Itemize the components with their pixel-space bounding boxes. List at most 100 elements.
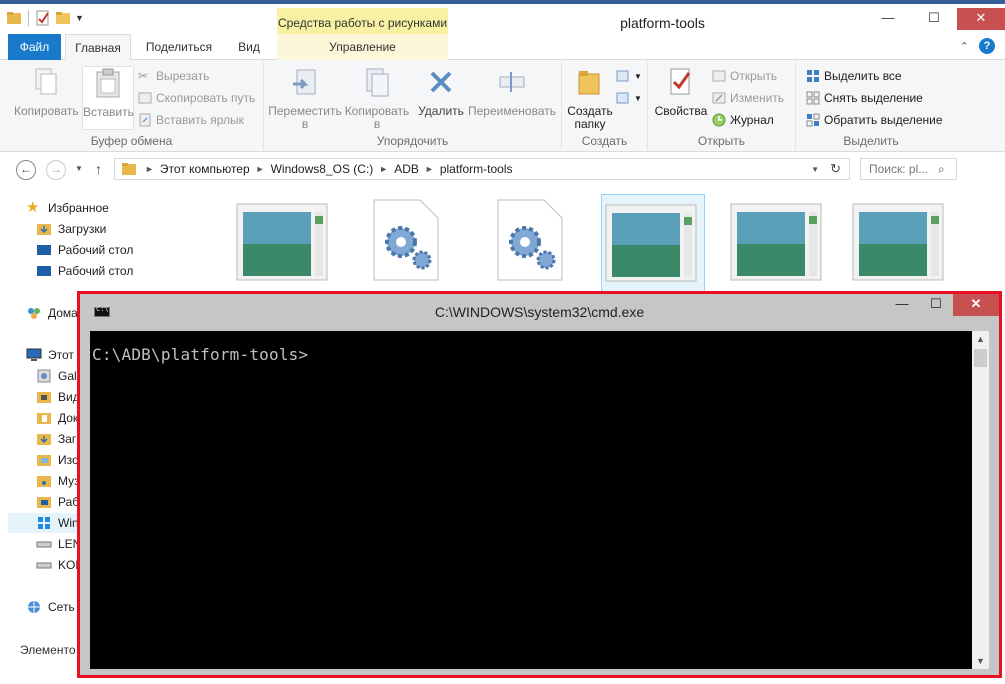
select-all-button[interactable]: Выделить все xyxy=(806,66,902,86)
new-folder-button[interactable]: Создать папку xyxy=(564,66,616,131)
file-item[interactable] xyxy=(231,194,335,294)
nav-network[interactable]: Сеть xyxy=(26,597,75,617)
back-button[interactable]: ← xyxy=(16,160,36,180)
nav-documents-label: Док xyxy=(58,411,79,425)
cmd-window-title: C:\WINDOWS\system32\cmd.exe xyxy=(434,304,645,320)
edit-label: Изменить xyxy=(730,91,785,105)
properties-icon[interactable] xyxy=(35,10,51,26)
nav-desktop-2[interactable]: Рабочий стол xyxy=(36,261,133,281)
refresh-icon[interactable]: ↻ xyxy=(830,161,841,177)
file-item[interactable] xyxy=(356,194,460,294)
cmd-close-button[interactable]: ✕ xyxy=(953,294,999,316)
rename-button[interactable]: Переименовать xyxy=(466,66,558,118)
windows-drive-icon xyxy=(38,517,50,529)
new-item-button[interactable]: ▼ xyxy=(616,66,642,86)
copy-button[interactable]: Копировать xyxy=(14,66,79,118)
nav-desktop-1[interactable]: Рабочий стол xyxy=(36,240,133,260)
file-item[interactable] xyxy=(480,194,584,294)
up-arrow-icon[interactable]: ↑ xyxy=(95,161,102,177)
cmd-maximize-button[interactable]: ☐ xyxy=(919,294,953,316)
address-dropdown-icon[interactable]: ▼ xyxy=(811,165,819,174)
maximize-button[interactable]: ☐ xyxy=(911,8,957,30)
breadcrumb-this-pc[interactable]: Этот компьютер xyxy=(160,162,250,176)
tab-share[interactable]: Поделиться xyxy=(136,34,222,60)
nav-images[interactable]: Изо xyxy=(36,450,79,470)
paste-shortcut-button[interactable]: Вставить ярлык xyxy=(138,110,244,130)
recent-dropdown-icon[interactable]: ▼ xyxy=(75,164,83,173)
nav-music[interactable]: Муз xyxy=(36,471,80,491)
select-none-button[interactable]: Снять выделение xyxy=(806,88,923,108)
file-item-selected[interactable] xyxy=(601,194,705,294)
documents-folder-icon xyxy=(37,413,51,424)
nav-gal[interactable]: Gal xyxy=(36,366,77,386)
collapse-ribbon-icon[interactable]: ⌃ xyxy=(960,40,969,53)
file-item[interactable] xyxy=(725,194,829,294)
search-icon[interactable]: ⌕ xyxy=(938,162,945,177)
delete-button[interactable]: Удалить xyxy=(416,66,466,118)
cmd-minimize-button[interactable]: — xyxy=(885,294,919,316)
open-button[interactable]: Открыть xyxy=(712,66,777,86)
settings-file-icon xyxy=(373,199,439,281)
ribbon-right-controls: ⌃ ? xyxy=(960,38,995,54)
tab-view[interactable]: Вид xyxy=(224,34,274,60)
explorer-titlebar: ▼ Средства работы с рисунками platform-t… xyxy=(0,4,1005,38)
nav-favorites[interactable]: ★ Избранное xyxy=(26,198,109,218)
select-group-label: Выделить xyxy=(843,134,899,148)
breadcrumb-adb[interactable]: ADB xyxy=(394,162,419,176)
address-row: ← → ▼ ↑ ► Этот компьютер ► Windows8_OS (… xyxy=(0,152,1005,188)
scroll-up-icon[interactable]: ▲ xyxy=(972,331,989,347)
breadcrumb-chevron-icon[interactable]: ► xyxy=(256,164,265,174)
nav-downloads[interactable]: Загрузки xyxy=(36,219,106,239)
tab-manage[interactable]: Управление xyxy=(277,34,448,60)
close-button[interactable]: ✕ xyxy=(957,8,1005,30)
new-folder-icon[interactable] xyxy=(55,10,71,26)
folder-icon[interactable] xyxy=(6,10,22,26)
properties-label: Свойства xyxy=(654,104,708,118)
easy-access-button[interactable]: ▼ xyxy=(616,88,642,108)
nav-homegroup[interactable]: Дома xyxy=(26,303,78,323)
application-file-icon xyxy=(852,203,944,281)
copy-path-button[interactable]: Скопировать путь xyxy=(138,88,255,108)
console-output[interactable]: C:\ADB\platform-tools> xyxy=(90,331,972,669)
cmd-window[interactable]: C:\. C:\WINDOWS\system32\cmd.exe — ☐ ✕ C… xyxy=(77,291,1002,678)
minimize-button[interactable]: — xyxy=(865,8,911,30)
scroll-thumb[interactable] xyxy=(974,349,987,367)
select-all-label: Выделить все xyxy=(824,69,902,83)
scroll-down-icon[interactable]: ▼ xyxy=(972,653,989,669)
qat-dropdown-icon[interactable]: ▼ xyxy=(75,13,84,23)
application-file-icon xyxy=(605,204,697,282)
history-button[interactable]: Журнал xyxy=(712,110,774,130)
desktop-folder-icon xyxy=(37,497,51,508)
cut-button[interactable]: ✂ Вырезать xyxy=(138,66,209,86)
paste-shortcut-label: Вставить ярлык xyxy=(156,113,244,127)
file-item[interactable] xyxy=(847,194,951,294)
help-icon[interactable]: ? xyxy=(979,38,995,54)
paste-button[interactable]: Вставить xyxy=(82,66,134,130)
breadcrumb-platform-tools[interactable]: platform-tools xyxy=(440,162,513,176)
quick-access-toolbar: ▼ xyxy=(6,10,84,26)
nav-videos[interactable]: Вид xyxy=(36,387,80,407)
forward-button[interactable]: → xyxy=(46,160,66,180)
tab-home[interactable]: Главная xyxy=(65,34,131,61)
invert-selection-button[interactable]: Обратить выделение xyxy=(806,110,943,130)
console-scrollbar[interactable]: ▲ ▼ xyxy=(972,331,989,669)
copy-label: Копировать xyxy=(14,104,79,118)
scissors-icon: ✂ xyxy=(138,69,149,83)
nav-this-pc[interactable]: Этот xyxy=(26,345,74,365)
cmd-titlebar[interactable]: C:\. C:\WINDOWS\system32\cmd.exe — ☐ ✕ xyxy=(80,294,999,324)
copy-to-icon xyxy=(366,68,389,97)
tab-file[interactable]: Файл xyxy=(8,34,61,60)
edit-button[interactable]: Изменить xyxy=(712,88,784,108)
move-to-button[interactable]: Переместить в xyxy=(268,66,342,131)
nav-len-drive[interactable]: LEN xyxy=(36,534,81,554)
properties-button[interactable]: Свойства xyxy=(652,66,710,118)
address-bar[interactable]: ► Этот компьютер ► Windows8_OS (C:) ► AD… xyxy=(114,158,850,180)
breadcrumb-drive[interactable]: Windows8_OS (C:) xyxy=(271,162,374,176)
nav-documents[interactable]: Док xyxy=(36,408,78,428)
nav-desktop-3[interactable]: Раб xyxy=(36,492,79,512)
copy-to-button[interactable]: Копировать в xyxy=(342,66,412,131)
breadcrumb-chevron-icon[interactable]: ► xyxy=(145,164,154,174)
breadcrumb-chevron-icon[interactable]: ► xyxy=(425,164,434,174)
breadcrumb-chevron-icon[interactable]: ► xyxy=(379,164,388,174)
nav-downloads-2[interactable]: Заг xyxy=(36,429,76,449)
